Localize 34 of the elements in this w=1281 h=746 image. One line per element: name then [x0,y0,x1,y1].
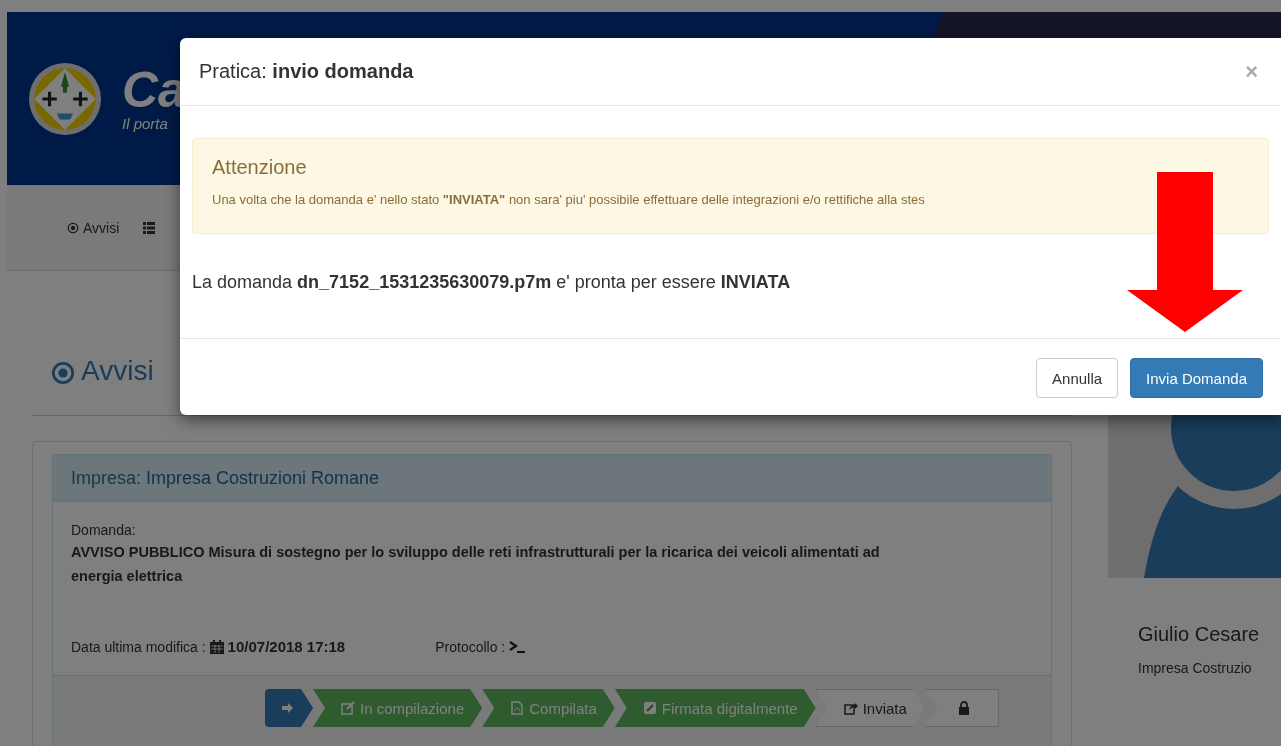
dialog-title: Pratica: invio domanda [199,60,414,83]
application-label: Domanda: [71,522,137,538]
terminal-icon [509,640,526,653]
site-tagline: Il porta [122,115,169,132]
status-step[interactable]: In compilazione [313,689,483,727]
calendar-icon [209,639,224,654]
edit-icon [341,701,355,715]
company-name: Impresa Costruzioni Romane [146,467,380,489]
alert-text: Una volta che la domanda e' nello stato "INVIATA" non sara' piu' possibile effettuare delle integrazioni e/o rettifiche alla stes [212,192,926,207]
lock-icon [956,701,971,715]
close-button[interactable]: × [1241,58,1262,85]
cancel-button[interactable]: Annulla [1036,358,1119,398]
date-label: Data ultima modifica : [71,638,206,655]
send-button[interactable]: Invia Domanda [1130,358,1263,398]
pdf-file-icon [510,701,525,715]
profile-company: Impresa Costruzio [1138,660,1253,676]
nav-link[interactable]: Avvisi [67,219,120,236]
coat-of-arms-logo-icon [28,61,102,136]
protocol-label: Protocollo : [435,638,506,655]
dialog-message: La domanda dn_7152_1531235630079.p7m e' pronta per essere INVIATA [192,272,792,293]
application-title: AVVISO PUBBLICO Misura di sostegno per lo sviluppo delle reti infrastrutturali per la ricarica dei veicoli alimentati ad energia elettrica [71,543,881,586]
date-value: 10/07/2018 17:18 [227,638,346,655]
alert-title: Attenzione [212,156,308,179]
target-icon [51,361,75,385]
share-icon [843,701,858,715]
profile-name: Giulio Cesare [1138,623,1261,646]
pencil-square-icon [642,701,657,715]
status-step[interactable] [265,689,313,727]
sign-in-icon [281,701,295,715]
status-step[interactable]: Inviata [815,689,925,727]
status-step[interactable] [924,689,999,727]
company-label: Impresa: [71,467,142,489]
target-icon [67,221,79,234]
grid-icon[interactable] [143,221,156,234]
